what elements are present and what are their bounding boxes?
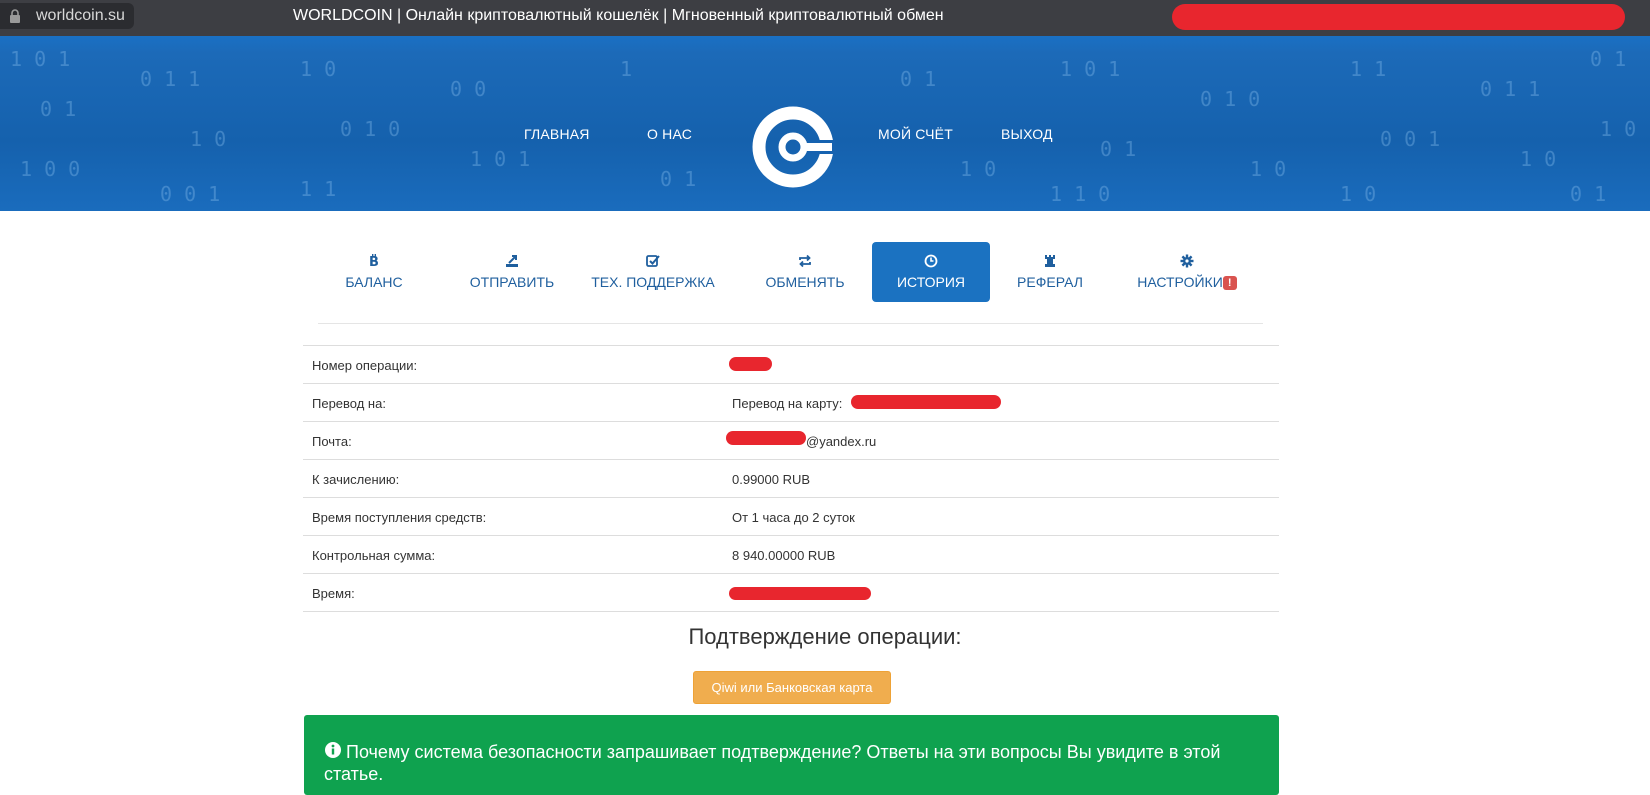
svg-text:0 0: 0 0 [450, 77, 486, 101]
qiwi-or-card-button[interactable]: Qiwi или Банковская карта [693, 671, 891, 704]
nav-about[interactable]: О НАС [647, 126, 692, 142]
security-info-alert: Почему система безопасности запрашивает … [304, 715, 1279, 795]
svg-text:1: 1 [620, 57, 632, 81]
svg-text:B: B [369, 255, 379, 268]
tab-send[interactable]: ОТПРАВИТЬ [452, 242, 572, 302]
lock-icon [10, 9, 20, 23]
send-icon [506, 255, 518, 267]
svg-text:0 1: 0 1 [660, 167, 696, 191]
table-row: Время поступления средств: От 1 часа до … [303, 497, 1279, 535]
tab-settings-label: НАСТРОЙКИ [1137, 274, 1223, 290]
svg-text:1 0 0: 1 0 0 [20, 157, 80, 181]
table-row: К зачислению: 0.99000 RUB [303, 459, 1279, 497]
svg-text:0 1: 0 1 [900, 67, 936, 91]
credit-value: 0.99000 RUB [732, 472, 811, 487]
info-text[interactable]: Почему система безопасности запрашивает … [324, 741, 1224, 785]
tab-settings[interactable]: НАСТРОЙКИ! [1132, 242, 1242, 302]
operation-number-label: Номер операции: [312, 358, 418, 373]
tab-label: РЕФЕРАЛ [1017, 274, 1083, 290]
operation-details-table: Номер операции: Перевод на: Перевод на к… [303, 345, 1279, 612]
clock-icon [924, 254, 938, 268]
svg-text:0 1: 0 1 [40, 97, 76, 121]
tab-label: ОБМЕНЯТЬ [765, 274, 845, 290]
tabs-divider [318, 323, 1263, 324]
svg-text:0 0 1: 0 0 1 [1380, 127, 1440, 151]
svg-text:1 1 0: 1 1 0 [1050, 182, 1110, 206]
check-square-icon [646, 255, 660, 267]
svg-text:1 0: 1 0 [1520, 147, 1556, 171]
credit-label: К зачислению: [312, 472, 400, 487]
svg-text:1 0: 1 0 [1340, 182, 1376, 206]
checksum-label: Контрольная сумма: [312, 548, 436, 563]
alert-badge: ! [1222, 276, 1237, 291]
svg-text:0 0 1: 0 0 1 [160, 182, 220, 206]
page-title: WORLDCOIN | Онлайн криптовалютный кошелё… [293, 7, 944, 24]
svg-text:0 1 1: 0 1 1 [1480, 77, 1540, 101]
tab-support[interactable]: ТЕХ. ПОДДЕРЖКА [590, 242, 716, 302]
table-row: Перевод на: Перевод на карту: [303, 383, 1279, 421]
tab-label: НАСТРОЙКИ! [1132, 274, 1242, 291]
tab-label: ОТПРАВИТЬ [469, 274, 555, 290]
redaction-mark [851, 395, 1001, 409]
svg-text:0 1: 0 1 [1590, 47, 1626, 71]
chess-rook-icon [1045, 255, 1055, 267]
svg-text:0 1: 0 1 [1570, 182, 1606, 206]
nav-home[interactable]: ГЛАВНАЯ [524, 126, 590, 142]
svg-text:1 0: 1 0 [1250, 157, 1286, 181]
svg-text:1 1: 1 1 [300, 177, 336, 201]
svg-text:1 0: 1 0 [960, 157, 996, 181]
svg-text:0 1 0: 0 1 0 [1200, 87, 1260, 111]
svg-text:1 0: 1 0 [300, 57, 336, 81]
checksum-value: 8 940.00000 RUB [732, 548, 836, 563]
address-bar[interactable]: worldcoin.su [0, 3, 134, 29]
url-text: worldcoin.su [36, 7, 125, 24]
gear-icon [1180, 254, 1194, 268]
redaction-mark [729, 587, 871, 600]
transfer-to-value: Перевод на карту: [732, 396, 843, 411]
tab-balance[interactable]: B БАЛАНС [338, 242, 410, 302]
bitcoin-icon: B [369, 254, 379, 268]
transfer-to-label: Перевод на: [312, 396, 386, 411]
tab-referral[interactable]: РЕФЕРАЛ [1015, 242, 1085, 302]
redaction-mark [1172, 4, 1625, 30]
svg-text:0 1 1: 0 1 1 [140, 67, 200, 91]
tab-label: БАЛАНС [345, 274, 403, 290]
browser-title-bar: worldcoin.su WORLDCOIN | Онлайн криптова… [0, 0, 1650, 36]
svg-text:0 1 0: 0 1 0 [340, 117, 400, 141]
tab-label: ТЕХ. ПОДДЕРЖКА [591, 274, 715, 290]
worldcoin-logo[interactable] [748, 102, 838, 192]
table-row: Время: [303, 573, 1279, 612]
redaction-mark [729, 357, 772, 371]
svg-text:1 0 1: 1 0 1 [1060, 57, 1120, 81]
nav-logout[interactable]: ВЫХОД [1001, 126, 1053, 142]
arrival-time-value: От 1 часа до 2 суток [732, 510, 855, 525]
table-row: Почта: @yandex.ru [303, 421, 1279, 459]
svg-text:1 1: 1 1 [1350, 57, 1386, 81]
exchange-icon [799, 254, 811, 268]
arrival-time-label: Время поступления средств: [312, 510, 487, 525]
table-row: Номер операции: [303, 345, 1279, 383]
svg-text:1 0: 1 0 [1600, 117, 1636, 141]
redaction-mark [726, 431, 806, 445]
table-row: Контрольная сумма: 8 940.00000 RUB [303, 535, 1279, 573]
nav-my-account[interactable]: МОЙ СЧЁТ [878, 126, 953, 142]
email-label: Почта: [312, 434, 352, 449]
site-header: 1 0 1 0 1 1 0 0 0 1 1 1 0 0 0 1 1 0 0 1 0 1 1 … [0, 36, 1650, 211]
tab-label: ИСТОРИЯ [896, 274, 966, 290]
email-domain-value: @yandex.ru [806, 434, 877, 449]
tab-history[interactable]: ИСТОРИЯ [872, 242, 990, 302]
svg-text:0 1: 0 1 [1100, 137, 1136, 161]
tab-exchange[interactable]: ОБМЕНЯТЬ [760, 242, 850, 302]
time-label: Время: [312, 586, 355, 601]
confirm-title: Подтверждение операции: [688, 624, 962, 649]
svg-text:1 0 1: 1 0 1 [10, 47, 70, 71]
svg-text:1 0 1: 1 0 1 [470, 147, 530, 171]
svg-text:1 0: 1 0 [190, 127, 226, 151]
